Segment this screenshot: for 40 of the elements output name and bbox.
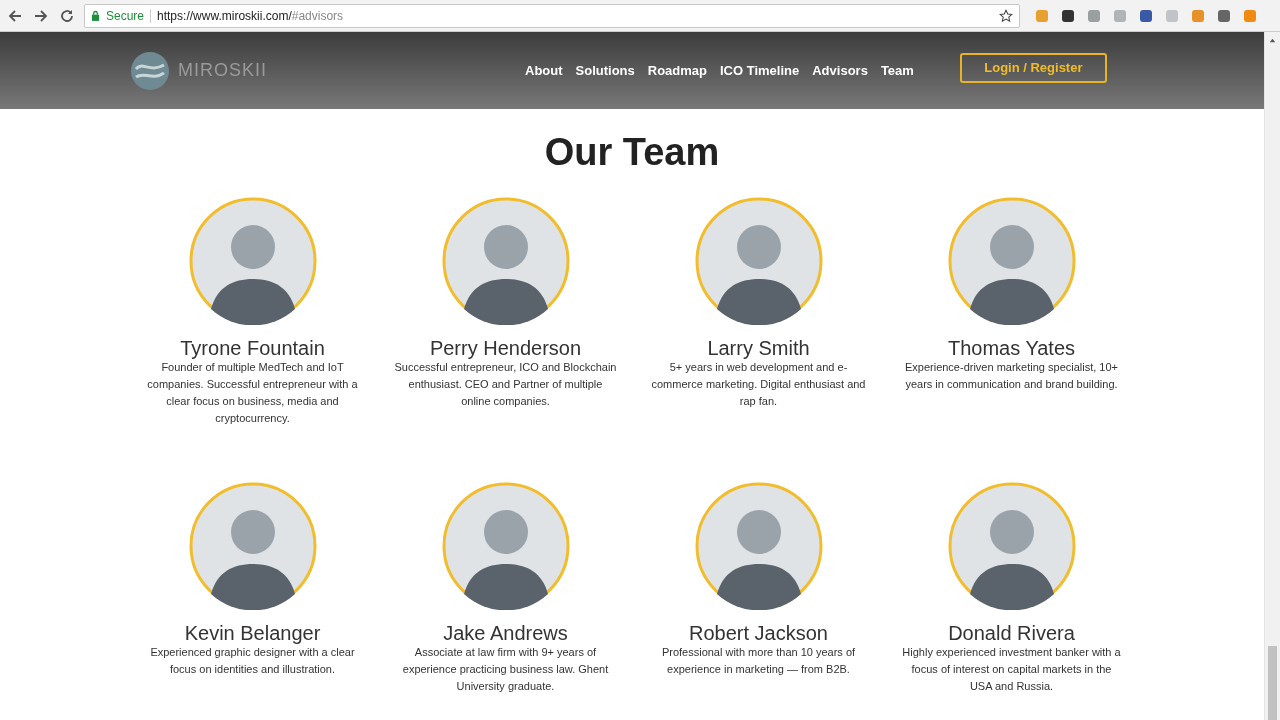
member-name: Donald Rivera bbox=[948, 622, 1075, 644]
secure-label: Secure bbox=[106, 8, 145, 23]
reload-icon[interactable] bbox=[59, 7, 75, 24]
member-bio: Founder of multiple MedTech and IoT companies. Successful entrepreneur with a clear focus on business, media and cryptocurrency. bbox=[146, 360, 359, 426]
member-bio: Successful entrepreneur, ICO and Blockchain enthusiast. CEO and Partner of multiple online companies. bbox=[394, 360, 617, 409]
member-bio: Experienced graphic designer with a clear focus on identities and illustration. bbox=[149, 645, 356, 677]
scrollbar-thumb[interactable] bbox=[1268, 646, 1277, 720]
nav-link[interactable]: ICO Timeline bbox=[720, 63, 800, 78]
nav-link[interactable]: Roadmap bbox=[647, 63, 707, 78]
logo-text: MIROSKII bbox=[178, 60, 267, 81]
nav-link[interactable]: Solutions bbox=[575, 63, 635, 78]
member-name: Kevin Belanger bbox=[184, 622, 321, 644]
member-bio: 5+ years in web development and e-commerce marketing. Digital enthusiast and rap fan. bbox=[650, 360, 867, 409]
member-bio: Associate at law firm with 9+ years of experience practicing business law. Ghent University graduate. bbox=[401, 645, 610, 694]
nav-link[interactable]: Advisors bbox=[812, 63, 868, 78]
url-text: https://www.miroskii.com/#advisors bbox=[157, 8, 345, 23]
bookmark-star-icon[interactable] bbox=[999, 8, 1013, 23]
login-register-button[interactable]: Login / Register bbox=[959, 52, 1107, 83]
member-bio: Highly experienced investment banker with a focus of interest on capital markets in the USA and Russia. bbox=[901, 645, 1122, 694]
address-bar[interactable]: Secure https://www.miroskii.com/#advisors bbox=[84, 3, 1020, 28]
member-name: Jake Andrews bbox=[443, 622, 568, 644]
member-bio: Professional with more than 10 years of experience in marketing — from B2B. bbox=[660, 645, 857, 677]
nav-link[interactable]: About bbox=[525, 63, 563, 78]
member-name: Larry Smith bbox=[707, 337, 810, 359]
nav-link[interactable]: Team bbox=[880, 63, 914, 78]
member-name: Robert Jackson bbox=[689, 622, 828, 644]
back-icon[interactable] bbox=[7, 7, 23, 24]
scrollbar[interactable] bbox=[1264, 32, 1280, 720]
extension-icon[interactable] bbox=[1216, 7, 1232, 24]
extension-icon[interactable] bbox=[1060, 7, 1076, 24]
member-name: Thomas Yates bbox=[947, 337, 1076, 359]
member-name: Perry Henderson bbox=[429, 337, 582, 359]
member-bio: Experience-driven marketing specialist, 10+ years in communication and brand building. bbox=[903, 360, 1120, 392]
member-name: Tyrone Fountain bbox=[180, 337, 325, 359]
extension-icon[interactable] bbox=[1138, 7, 1154, 24]
section-title: Our Team bbox=[544, 130, 720, 175]
scroll-up-icon[interactable] bbox=[1268, 36, 1277, 45]
lock-icon bbox=[91, 10, 100, 21]
forward-icon[interactable] bbox=[33, 7, 49, 24]
logo-icon bbox=[130, 50, 170, 91]
